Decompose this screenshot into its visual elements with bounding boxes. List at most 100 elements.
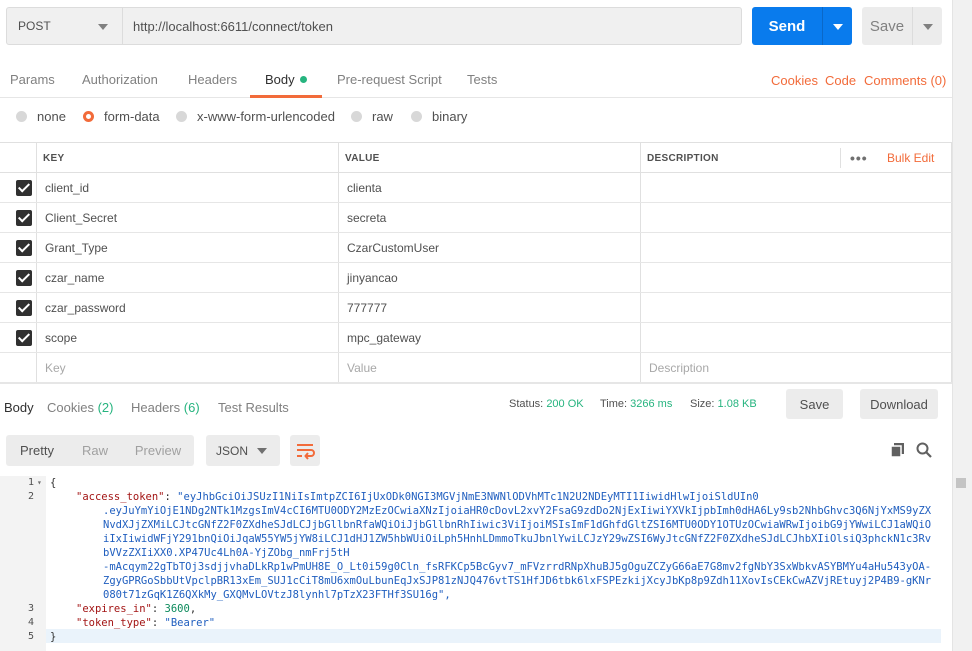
chevron-down-icon — [923, 24, 933, 30]
line-number: 2 — [27, 491, 34, 502]
time-value: 3266 ms — [630, 398, 673, 410]
row-checkbox[interactable] — [16, 330, 32, 346]
fold-arrow-icon[interactable]: ▾ — [37, 478, 42, 487]
radio-label: none — [37, 109, 66, 124]
request-tabs: Params Authorization Headers Body Pre-re… — [0, 64, 952, 98]
view-preview-button[interactable]: Preview — [122, 435, 194, 466]
row-value[interactable]: jinyancao — [347, 271, 398, 285]
tab-tests[interactable]: Tests — [467, 72, 497, 87]
save-options-button[interactable] — [912, 7, 942, 45]
row-checkbox[interactable] — [16, 270, 32, 286]
json-string: "Bearer" — [164, 617, 216, 629]
row-checkbox[interactable] — [16, 300, 32, 316]
bulk-edit-link[interactable]: Bulk Edit — [887, 151, 934, 165]
key-input-placeholder[interactable]: Key — [45, 361, 66, 375]
format-select[interactable]: JSON — [206, 435, 280, 466]
row-key[interactable]: czar_name — [45, 271, 104, 285]
method-select[interactable]: POST — [6, 7, 123, 45]
cookies-link[interactable]: Cookies — [771, 73, 818, 88]
row-key[interactable]: Client_Secret — [45, 211, 117, 225]
table-row: client_id clienta — [0, 173, 952, 203]
token-segment: .eyJuYmYiOjE1NDg2NTk1MzgsImV4cCI6MTU0ODY… — [103, 505, 932, 559]
radio-circle — [16, 111, 27, 122]
send-button[interactable]: Send — [752, 7, 822, 45]
active-line-highlight — [46, 629, 941, 643]
save-request-button[interactable]: Save — [862, 7, 912, 45]
row-checkbox[interactable] — [16, 180, 32, 196]
json-string: "eyJhbGciOiJSUzI1NiIsImtpZCI6IjUxODk0NGI… — [177, 491, 759, 503]
tab-authorization[interactable]: Authorization — [82, 72, 158, 87]
radio-raw[interactable]: raw — [351, 109, 393, 124]
table-row-new: Key Value Description — [0, 353, 952, 383]
response-body-code[interactable]: 1 ▾ 2 3 4 5 { "access_token": "eyJhbGciO… — [0, 476, 952, 651]
view-pretty-button[interactable]: Pretty — [6, 435, 68, 466]
table-row: czar_password 777777 — [0, 293, 952, 323]
radio-x-www-form-urlencoded[interactable]: x-www-form-urlencoded — [176, 109, 335, 124]
view-mode-label: Preview — [134, 443, 182, 458]
download-label: Download — [870, 396, 928, 412]
row-checkbox[interactable] — [16, 240, 32, 256]
token-segment: -mAcqym22gTbTOj3sdjjvhaDLkRp1wPmUH8E_O_L… — [103, 561, 932, 601]
more-options-icon[interactable]: ••• — [850, 150, 868, 166]
response-tab-cookies[interactable]: Cookies (2) — [47, 400, 113, 415]
radio-label: raw — [372, 109, 393, 124]
time-info: Time: 3266 ms — [600, 398, 672, 410]
view-raw-button[interactable]: Raw — [68, 435, 122, 466]
description-input-placeholder[interactable]: Description — [649, 361, 709, 375]
line-number: 1 — [27, 477, 34, 488]
row-key[interactable]: czar_password — [45, 301, 126, 315]
body-type-radios: none form-data x-www-form-urlencoded raw… — [0, 106, 952, 128]
search-icon[interactable] — [915, 441, 933, 459]
size-info: Size: 1.08 KB — [690, 398, 757, 410]
wrap-lines-button[interactable] — [290, 435, 320, 466]
status-info: Status: 200 OK — [509, 398, 584, 410]
radio-circle — [411, 111, 422, 122]
vertical-scrollbar[interactable] — [952, 0, 972, 651]
view-mode-label: Raw — [81, 443, 108, 458]
method-label: POST — [18, 19, 51, 33]
row-value[interactable]: CzarCustomUser — [347, 241, 439, 255]
row-checkbox[interactable] — [16, 210, 32, 226]
save-response-button[interactable]: Save — [786, 389, 843, 419]
code-link[interactable]: Code — [825, 73, 856, 88]
radio-circle — [176, 111, 187, 122]
row-value[interactable]: 777777 — [347, 301, 387, 315]
tab-pre-request-script[interactable]: Pre-request Script — [337, 72, 442, 87]
radio-circle-selected — [83, 111, 94, 122]
tab-body[interactable]: Body — [265, 72, 307, 87]
body-indicator-dot — [299, 76, 307, 83]
chevron-down-icon — [833, 24, 843, 30]
row-value[interactable]: secreta — [347, 211, 386, 225]
tab-headers[interactable]: Headers — [188, 72, 237, 87]
response-tab-test-results[interactable]: Test Results — [218, 400, 289, 415]
json-key: "token_type" — [76, 617, 152, 629]
header-key: KEY — [43, 153, 65, 164]
status-value: 200 OK — [546, 398, 584, 410]
table-row: scope mpc_gateway — [0, 323, 952, 353]
response-tab-count: (2) — [97, 400, 114, 415]
status-label: Status: — [509, 398, 544, 410]
row-value[interactable]: mpc_gateway — [347, 331, 421, 345]
send-options-button[interactable] — [822, 7, 852, 45]
tab-params[interactable]: Params — [10, 72, 55, 87]
download-button[interactable]: Download — [860, 389, 938, 419]
url-text: http://localhost:6611/connect/token — [133, 18, 333, 34]
wrap-lines-icon — [297, 444, 315, 460]
copy-icon[interactable] — [889, 441, 907, 459]
comments-link[interactable]: Comments (0) — [864, 73, 946, 88]
radio-binary[interactable]: binary — [411, 109, 467, 124]
radio-none[interactable]: none — [16, 109, 66, 124]
scrollbar-thumb[interactable] — [956, 478, 966, 488]
row-key[interactable]: client_id — [45, 181, 89, 195]
radio-form-data[interactable]: form-data — [83, 109, 160, 124]
url-input[interactable]: http://localhost:6611/connect/token — [123, 7, 742, 45]
row-value[interactable]: clienta — [347, 181, 382, 195]
size-value: 1.08 KB — [717, 398, 757, 410]
response-tab-body[interactable]: Body — [4, 400, 34, 415]
response-tab-headers[interactable]: Headers (6) — [131, 400, 200, 415]
value-input-placeholder[interactable]: Value — [347, 361, 377, 375]
code-line: "token_type": "Bearer" — [76, 617, 216, 629]
table-row: Client_Secret secreta — [0, 203, 952, 233]
row-key[interactable]: scope — [45, 331, 77, 345]
row-key[interactable]: Grant_Type — [45, 241, 108, 255]
